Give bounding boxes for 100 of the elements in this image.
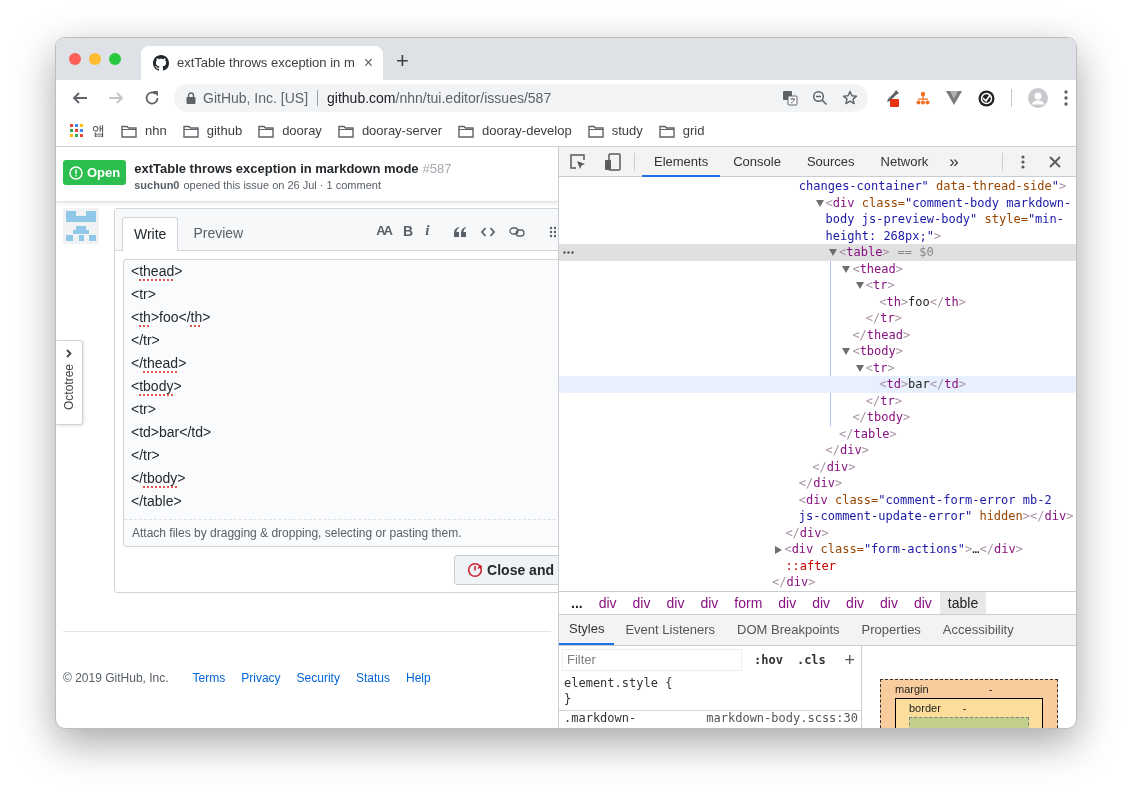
collapsed-triangle-icon[interactable] [775,545,783,554]
dom-tree-row[interactable]: <th>foo</th> [559,293,1076,310]
footer-link[interactable]: Status [355,669,390,687]
ellipsis-icon[interactable] [563,251,574,254]
eyedropper-icon[interactable] [884,89,900,107]
bookmark-item[interactable]: dooray-develop [458,121,572,141]
breadcrumb-item[interactable]: div [770,592,805,614]
lock-icon [186,92,196,104]
editor-tab[interactable]: Preview [178,216,259,250]
breadcrumb-item[interactable]: form [726,592,771,614]
dom-tree-row[interactable]: <div class="comment-form-error mb-2 js-comment-update-error" hidden></div> [559,491,1076,525]
devtools-tab[interactable]: Network [867,146,942,177]
new-tab-button[interactable]: + [396,50,409,72]
menu-icon[interactable] [1064,90,1068,106]
folder-icon [258,124,275,138]
breadcrumb-item[interactable]: div [658,592,693,614]
bookmark-item[interactable]: dooray-server [337,121,443,141]
breadcrumb-item[interactable]: div [905,592,940,614]
comment-textarea[interactable]: <thead> <tr> <th>foo</th> </tr> </thead> <tbody> <tr> <td>bar</td> </tr> </tbody> </table> Attach files by dragging & dropping, selecting or pasting them. [123,259,558,547]
breadcrumb-item[interactable]: ... [563,592,591,614]
expanded-triangle-icon[interactable] [842,348,851,355]
link-icon[interactable] [509,226,526,238]
translate-icon[interactable] [782,90,798,106]
more-options-icon[interactable] [1020,154,1025,169]
stylesheet-link[interactable]: markdown-body.scss:30 [706,711,858,726]
breadcrumb-item[interactable]: div [838,592,872,614]
bookmark-item[interactable]: dooray [258,121,322,141]
dom-tree-row[interactable]: <div class="form-actions">…</div> [559,541,1076,558]
footer-link[interactable]: Security [296,669,340,687]
bookmark-item[interactable]: nhn [121,121,167,141]
org-chart-icon[interactable] [916,91,930,105]
pane-tab[interactable]: Event Listeners [614,615,726,645]
breadcrumb-item[interactable]: div [624,592,659,614]
quote-icon[interactable] [453,226,468,238]
close-icon[interactable] [1048,155,1061,168]
dom-tree-row[interactable]: <tr> [559,359,1076,376]
zoom-out-icon[interactable] [812,90,828,106]
bookmark-item[interactable]: grid [658,121,705,141]
issue-title: extTable throws exception in markdown mode [134,160,419,177]
avatar-image [63,208,99,244]
close-issue-button[interactable]: Close and [454,555,558,585]
bold-button[interactable]: B [403,223,414,238]
round-logo-icon[interactable] [978,89,995,107]
octotree-tab[interactable]: Octotree [56,340,83,425]
dom-tree-row[interactable]: <td>bar</td> [559,376,1076,393]
v-shape-icon[interactable] [946,91,962,105]
footer-link[interactable]: Terms [192,669,226,687]
devtools-tab[interactable]: Sources [793,146,868,177]
breadcrumb-item[interactable]: div [590,592,625,614]
devtools-tab[interactable]: Elements [642,146,721,177]
address-bar[interactable]: GitHub, Inc. [US] github.com/nhn/tui.editor/issues/587 [174,84,868,112]
close-tab-button[interactable]: × [363,55,373,71]
copyright-text: © 2019 GitHub, Inc. [63,670,169,687]
breadcrumb-item[interactable]: div [692,592,727,614]
chevron-right-icon [66,349,72,358]
pane-tab[interactable]: DOM Breakpoints [726,615,851,645]
dom-node-text: <tr> [865,360,895,375]
devtools-tab[interactable]: Console [720,146,794,177]
italic-button[interactable]: i [425,223,430,238]
browser-tab[interactable]: extTable throws exception in m × [141,46,383,80]
hover-state-toggle[interactable]: :hov [754,650,783,669]
pane-tab[interactable]: Accessibility [931,615,1025,645]
footer-link[interactable]: Privacy [241,669,281,687]
more-tabs-button[interactable]: » [949,153,959,170]
editor-tab[interactable]: Write [122,217,179,251]
dom-tree-row[interactable]: <tr> [559,277,1076,294]
octotree-label: Octotree [61,364,77,411]
expanded-triangle-icon[interactable] [842,265,851,273]
bookmark-star-icon[interactable] [842,90,858,106]
new-rule-button[interactable]: + [844,650,855,669]
expanded-triangle-icon[interactable] [829,249,837,256]
breadcrumb-item[interactable]: div [872,592,906,614]
dom-tree-row[interactable]: <thead> [559,260,1076,277]
styles-filter-field[interactable]: Filter [562,648,742,671]
dom-tree-row[interactable]: <table> == $0 [559,244,1076,261]
breadcrumb-item[interactable]: table [939,592,987,614]
footer-link[interactable]: Help [405,669,431,687]
pane-tab[interactable]: Properties [850,615,932,645]
breadcrumb-item[interactable]: div [804,592,839,614]
dom-tree-row[interactable]: <div class="comment-body markdown-body js-preview-body" style="min-height: 268px;"> [559,194,1076,244]
author-link[interactable]: suchun0 [134,177,180,193]
code-icon[interactable] [481,226,496,238]
grip-dots-icon[interactable] [549,226,558,238]
text-size-button[interactable]: AA [376,224,391,237]
expanded-triangle-icon[interactable] [855,282,864,289]
expanded-triangle-icon[interactable] [815,199,824,207]
pane-tab[interactable]: Styles [559,615,615,645]
reload-icon[interactable] [144,90,160,106]
inspect-element-icon[interactable] [569,152,587,171]
dom-tree-row[interactable]: changes-container" data-thread-side"> [559,178,1076,195]
class-toggle[interactable]: .cls [796,650,826,669]
style-rule-brace: } [564,691,573,707]
bookmark-item[interactable]: 앱 [70,121,105,141]
bookmark-item[interactable]: github [182,121,243,141]
device-toolbar-icon[interactable] [604,152,622,171]
dom-tree-row[interactable]: ::after [559,557,1076,574]
bookmark-item[interactable]: study [587,121,643,141]
back-icon[interactable] [72,90,88,106]
expanded-triangle-icon[interactable] [855,364,864,372]
dom-tree-row[interactable]: <tbody> [559,343,1076,360]
